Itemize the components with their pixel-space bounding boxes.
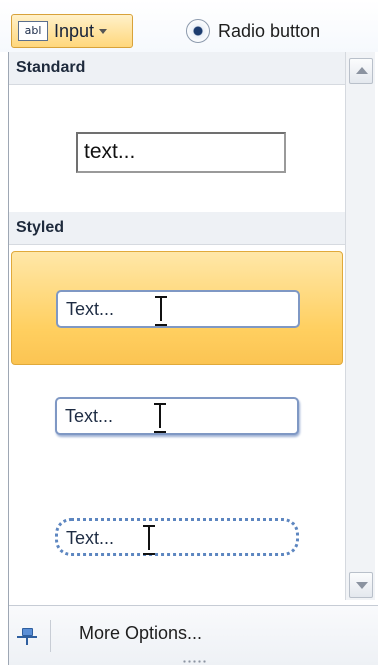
text-cursor-icon (154, 294, 168, 326)
scroll-down-button[interactable] (349, 572, 373, 598)
styled-group-header: Styled (9, 212, 345, 245)
input-style-gallery-panel: Standard text... Styled Text... Text... … (8, 52, 378, 665)
standard-input-sample[interactable]: text... (76, 132, 286, 173)
radio-icon (186, 19, 210, 43)
chevron-down-icon (99, 28, 108, 34)
arrow-down-icon (356, 582, 368, 589)
gallery-list: Standard text... Styled Text... Text... … (9, 52, 345, 600)
styled-input-option-flat[interactable]: Text... (11, 251, 343, 365)
resize-grip[interactable] (182, 660, 208, 663)
footer-divider (50, 620, 51, 652)
textbox-abl-icon: abl (18, 21, 48, 41)
styled-input-sample-text: Text... (66, 528, 115, 548)
gallery-scrollbar[interactable] (345, 52, 375, 600)
styled-input-sample-text: Text... (65, 406, 114, 426)
input-dropdown-button[interactable]: abl Input (11, 14, 133, 48)
gallery-footer: More Options... (9, 605, 378, 665)
styled-input-sample-text: Text... (66, 299, 115, 319)
radio-button-label: Radio button (218, 20, 321, 41)
pushpin-icon (17, 626, 37, 646)
input-button-label: Input (54, 20, 95, 41)
styled-input-sample: Text... (55, 397, 299, 435)
scroll-up-button[interactable] (349, 58, 373, 84)
ribbon-strip: abl Input Radio button (0, 0, 378, 52)
more-options-button[interactable]: More Options... (79, 623, 202, 644)
radio-button-dropdown[interactable]: Radio button (186, 14, 378, 48)
styled-input-sample: Text... (56, 290, 300, 328)
text-cursor-icon (142, 523, 156, 555)
styled-input-option-dotted[interactable]: Text... (11, 492, 343, 600)
text-cursor-icon (153, 401, 167, 433)
styled-input-option-shadow[interactable]: Text... (11, 370, 343, 484)
styled-input-sample: Text... (55, 518, 299, 556)
standard-group-header: Standard (9, 52, 345, 85)
arrow-up-icon (356, 67, 368, 74)
